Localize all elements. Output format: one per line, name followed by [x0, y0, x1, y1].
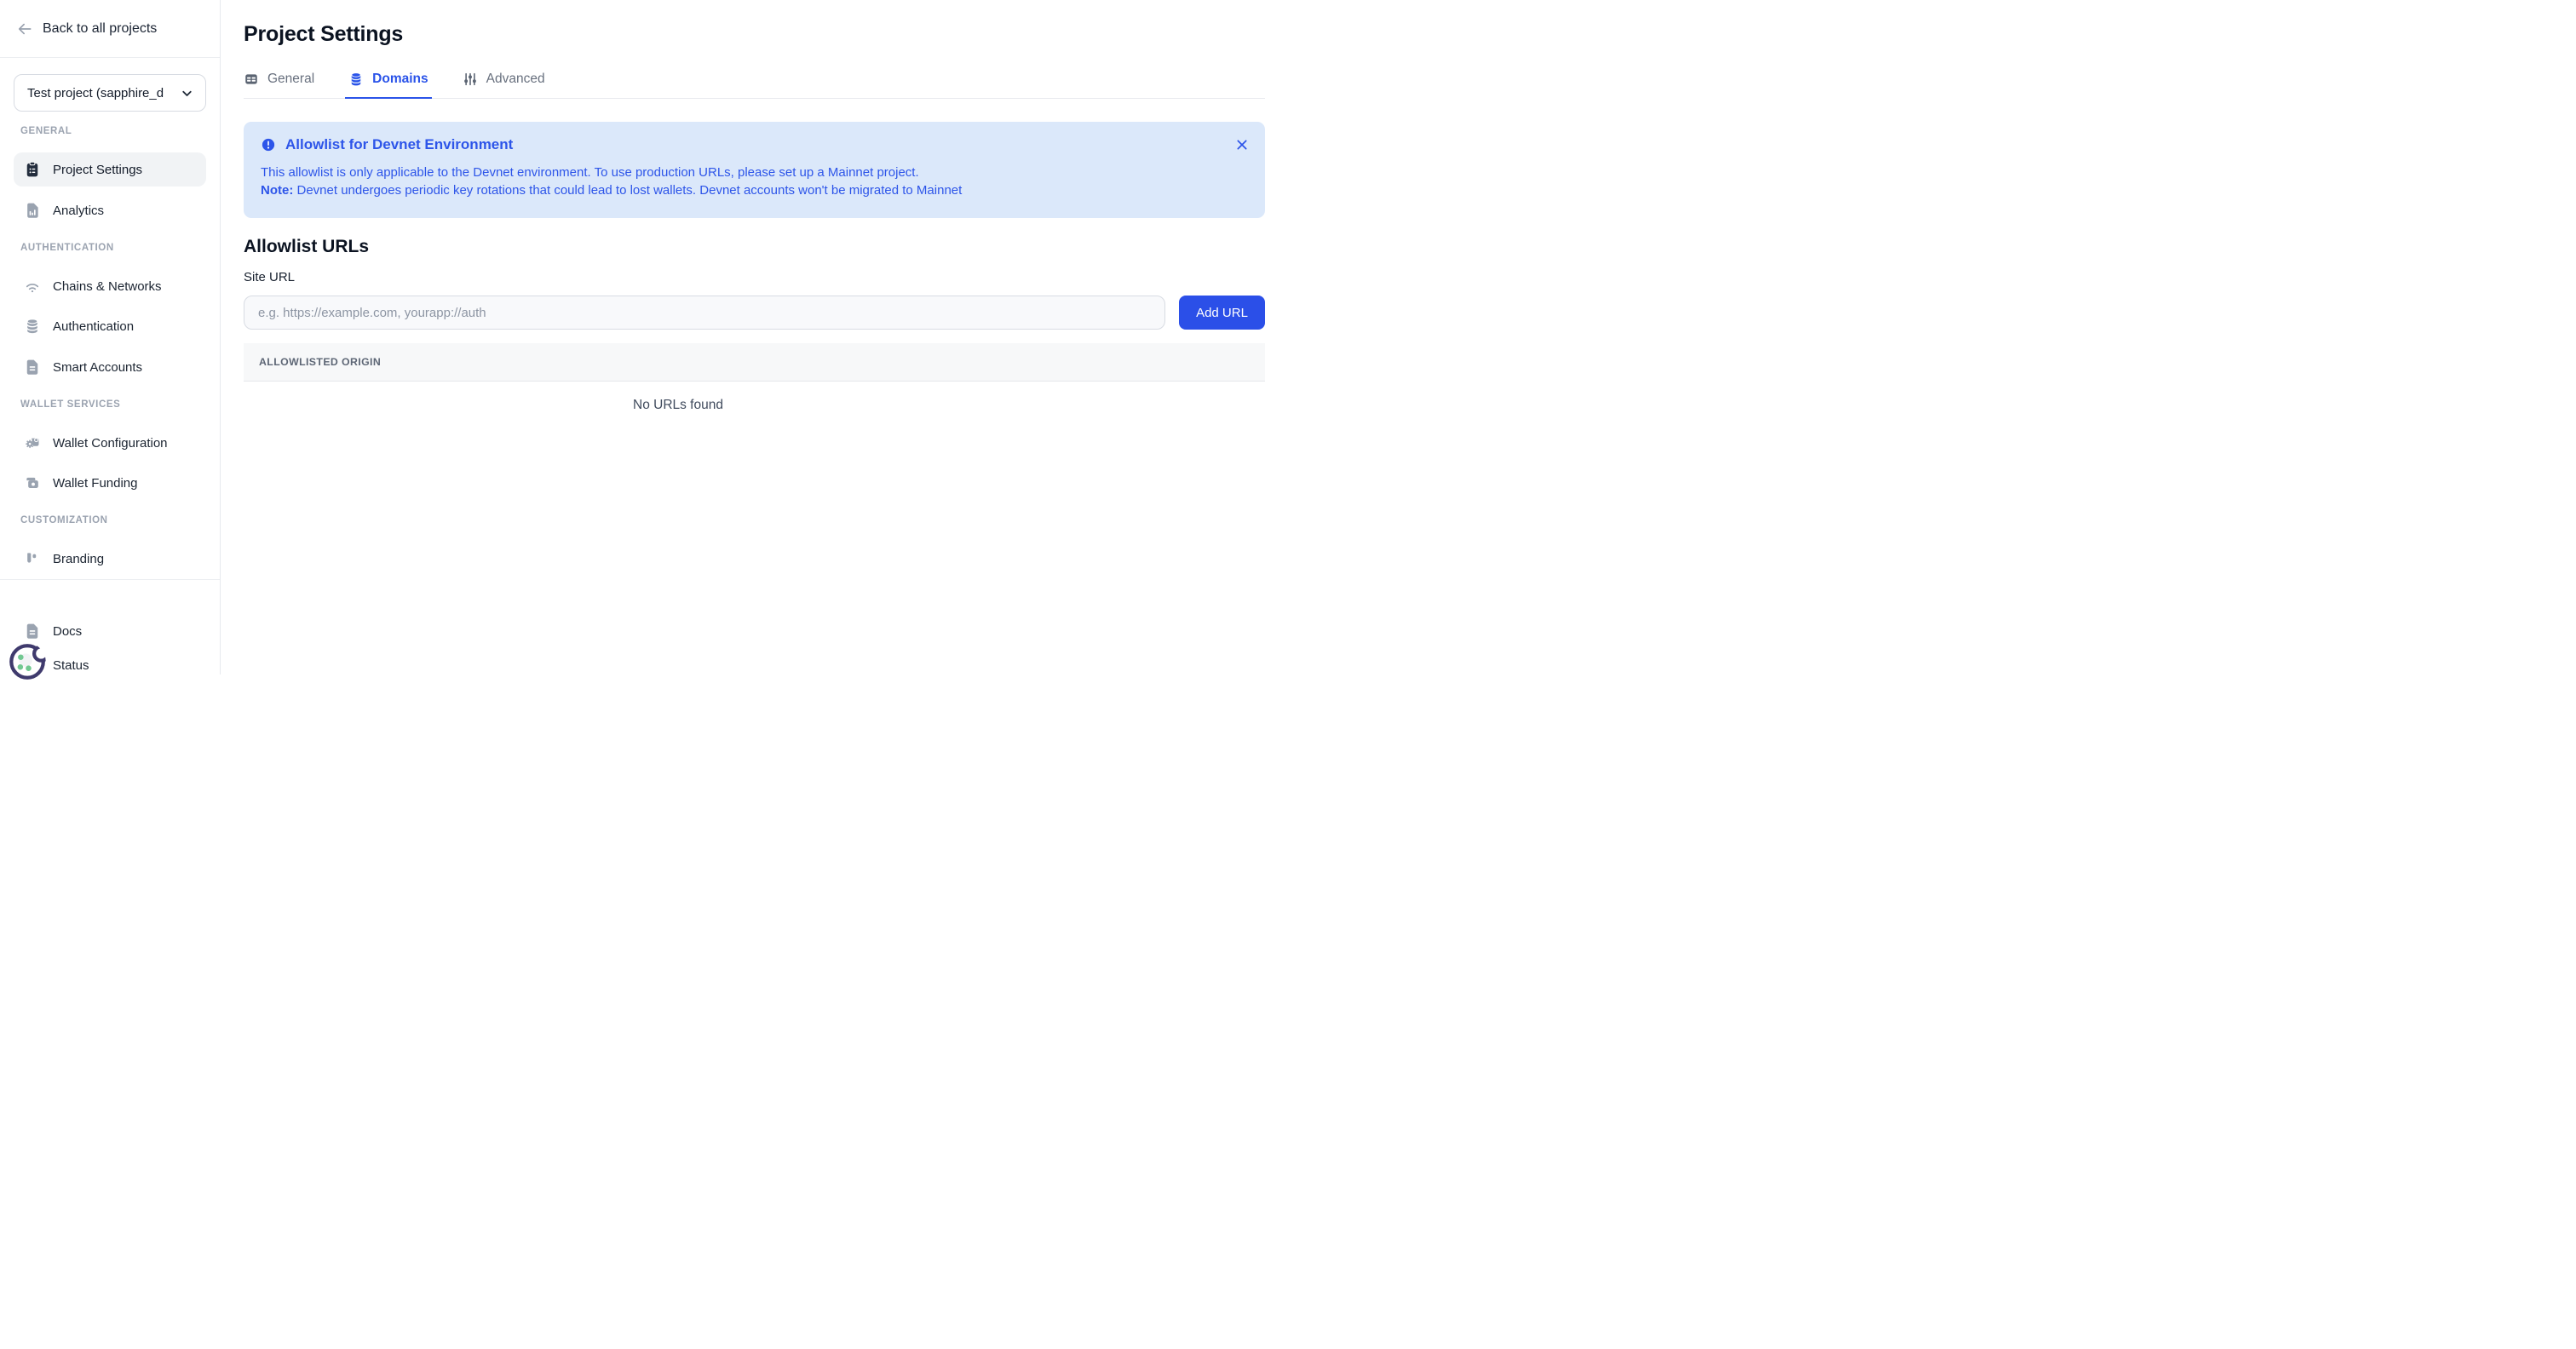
- banner-close-button[interactable]: [1233, 135, 1251, 154]
- sidebar-item-project-settings[interactable]: Project Settings: [14, 152, 206, 187]
- section-label-wallet-services: WALLET SERVICES: [20, 399, 206, 410]
- tab-label: Domains: [372, 72, 428, 87]
- project-selector[interactable]: Test project (sapphire_d: [14, 74, 206, 112]
- devnet-allowlist-banner: Allowlist for Devnet Environment This al…: [244, 122, 1265, 218]
- clipboard-icon: [24, 161, 41, 178]
- sidebar-item-wallet-configuration[interactable]: Wallet Configuration: [14, 426, 206, 460]
- sidebar-item-label: Authentication: [53, 319, 134, 334]
- app-window: Back to all projects Test project (sapph…: [0, 0, 1288, 674]
- sidebar-nav: GENERAL Project Settings Analytics: [0, 112, 220, 579]
- sidebar-item-label: Branding: [53, 552, 104, 566]
- section-label-customization: CUSTOMIZATION: [20, 515, 206, 525]
- tab-general[interactable]: General: [244, 72, 314, 98]
- paint-icon: [24, 550, 41, 567]
- cookie-consent-icon[interactable]: [7, 640, 49, 684]
- sidebar-item-smart-accounts[interactable]: Smart Accounts: [14, 350, 206, 384]
- sidebar-item-analytics[interactable]: Analytics: [14, 193, 206, 227]
- sidebar-item-label: Project Settings: [53, 163, 142, 177]
- allowlist-table-header: ALLOWLISTED ORIGIN: [244, 343, 1265, 382]
- sidebar-footer: Docs Status: [0, 579, 220, 674]
- sidebar-item-branding[interactable]: Branding: [14, 542, 206, 576]
- site-url-label: Site URL: [244, 270, 1265, 284]
- file-chart-icon: [24, 202, 41, 219]
- banner-line1: This allowlist is only applicable to the…: [261, 164, 1250, 181]
- wallet-gear-icon: [24, 434, 41, 451]
- tab-label: Advanced: [486, 72, 545, 87]
- main-content: Project Settings General: [221, 0, 1288, 674]
- sidebar-item-label: Wallet Funding: [53, 476, 138, 491]
- sidebar-item-label: Analytics: [53, 204, 104, 218]
- banner-body: This allowlist is only applicable to the…: [261, 164, 1250, 199]
- tab-domains[interactable]: Domains: [348, 72, 428, 98]
- section-label-authentication: AUTHENTICATION: [20, 243, 206, 253]
- arrow-left-icon: [16, 20, 33, 37]
- banner-note-label: Note:: [261, 183, 293, 198]
- section-label-general: GENERAL: [20, 126, 206, 136]
- tab-bar: General Domains: [244, 72, 1265, 99]
- add-url-button[interactable]: Add URL: [1179, 296, 1265, 330]
- back-label: Back to all projects: [43, 21, 157, 37]
- sidebar-item-label: Docs: [53, 624, 82, 639]
- wifi-icon: [24, 278, 41, 295]
- database-icon: [348, 72, 364, 87]
- sidebar-item-label: Status: [53, 658, 89, 673]
- close-icon: [1235, 138, 1249, 152]
- database-icon: [24, 318, 41, 335]
- back-to-projects-button[interactable]: Back to all projects: [0, 0, 220, 58]
- document-icon: [24, 359, 41, 376]
- sidebar-item-label: Wallet Configuration: [53, 436, 168, 451]
- page-title: Project Settings: [244, 22, 1265, 47]
- column-header-allowlisted-origin: ALLOWLISTED ORIGIN: [259, 356, 381, 368]
- allowlist-heading: Allowlist URLs: [244, 237, 1265, 257]
- project-selector-value: Test project (sapphire_d: [27, 86, 164, 100]
- wallet-cash-icon: [24, 474, 41, 491]
- tab-label: General: [267, 72, 314, 87]
- table-icon: [244, 72, 259, 87]
- sidebar-item-label: Chains & Networks: [53, 279, 162, 294]
- banner-note: Note: Devnet undergoes periodic key rota…: [261, 181, 1250, 199]
- banner-note-text: Devnet undergoes periodic key rotations …: [293, 183, 962, 198]
- chevron-down-icon: [180, 86, 194, 100]
- sidebar-item-label: Smart Accounts: [53, 360, 142, 375]
- banner-title: Allowlist for Devnet Environment: [285, 136, 513, 153]
- document-icon: [24, 623, 41, 640]
- sidebar: Back to all projects Test project (sapph…: [0, 0, 221, 674]
- site-url-input[interactable]: [244, 296, 1165, 330]
- empty-state-text: No URLs found: [244, 398, 1113, 413]
- tab-advanced[interactable]: Advanced: [463, 72, 545, 98]
- sidebar-item-chains-networks[interactable]: Chains & Networks: [14, 269, 206, 303]
- add-url-row: Add URL: [244, 296, 1265, 330]
- sliders-icon: [463, 72, 478, 87]
- sidebar-item-authentication[interactable]: Authentication: [14, 309, 206, 343]
- info-circle-icon: [261, 137, 276, 152]
- sidebar-item-wallet-funding[interactable]: Wallet Funding: [14, 466, 206, 500]
